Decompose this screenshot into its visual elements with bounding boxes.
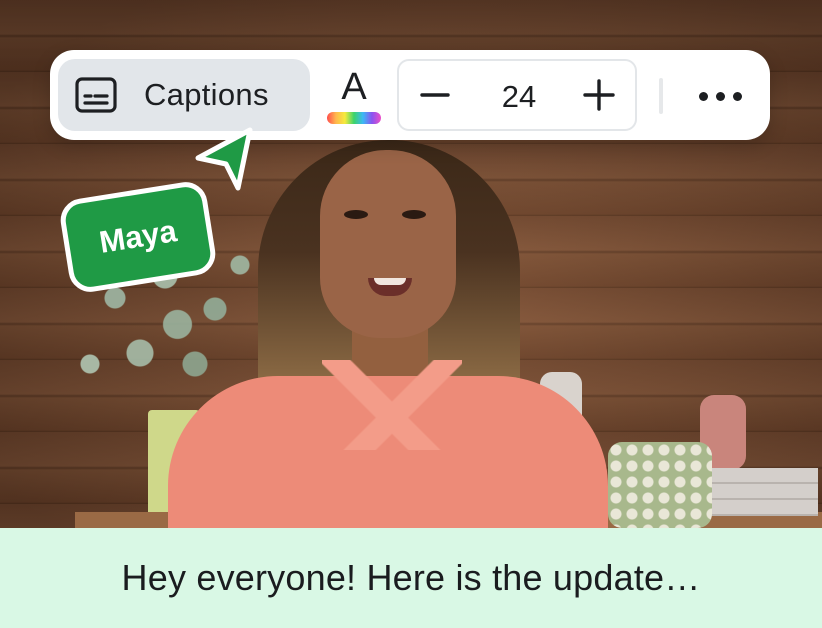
caption-toolbar: Captions A 24 [50, 50, 770, 140]
cushion [608, 442, 712, 528]
video-frame: Captions A 24 Maya Hey everyone! Here is… [0, 0, 822, 628]
minus-icon[interactable] [415, 75, 455, 115]
plus-icon[interactable] [579, 75, 619, 115]
caption-bar: Hey everyone! Here is the update… [0, 528, 822, 628]
speaker-eye [402, 210, 426, 219]
cursor-pointer-icon [195, 127, 253, 191]
speaker-collar [322, 360, 462, 450]
more-options-button[interactable] [690, 74, 750, 118]
font-size-stepper: 24 [397, 59, 637, 131]
text-color-button[interactable]: A [322, 66, 386, 128]
book-stack [708, 468, 818, 516]
captions-label: Captions [144, 77, 269, 112]
toolbar-divider [659, 78, 663, 114]
speaker-face [320, 150, 456, 338]
font-size-value[interactable]: 24 [469, 79, 569, 115]
speaker-eye [344, 210, 368, 219]
more-horizontal-icon [715, 91, 725, 101]
color-spectrum-bar [327, 112, 381, 124]
text-color-icon: A [341, 66, 367, 108]
more-horizontal-icon [732, 91, 742, 101]
more-horizontal-icon [698, 91, 708, 101]
collaborator-name: Maya [96, 213, 179, 260]
captions-icon [75, 77, 117, 113]
captions-button[interactable]: Captions [58, 59, 310, 131]
caption-text: Hey everyone! Here is the update… [121, 557, 701, 598]
